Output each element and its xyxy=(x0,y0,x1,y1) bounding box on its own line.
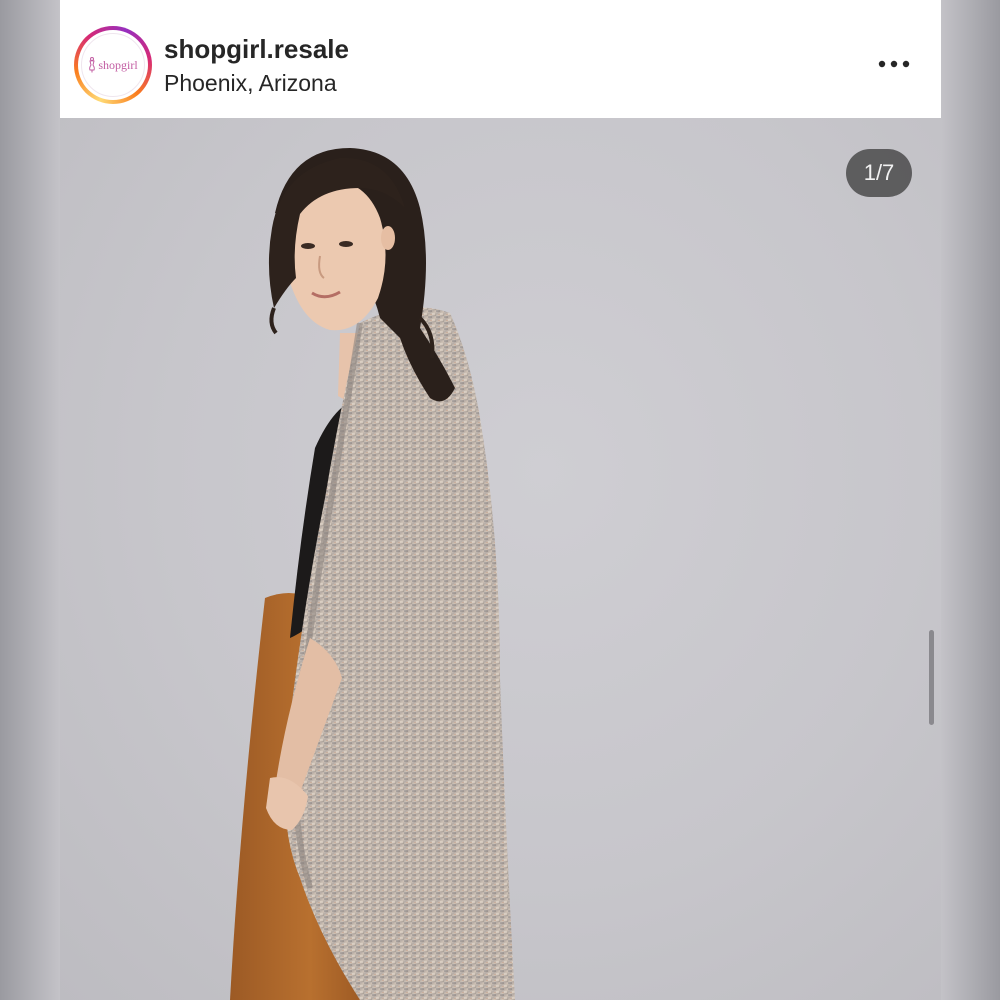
more-horizontal-icon xyxy=(878,60,910,68)
screen: shopgirl shopgirl.resale Phoenix, Arizon… xyxy=(0,0,1000,1000)
image-counter-badge: 1/7 xyxy=(846,149,912,197)
avatar[interactable]: shopgirl xyxy=(74,26,152,104)
post-location[interactable]: Phoenix, Arizona xyxy=(164,70,337,97)
post-photo[interactable]: 1/7 xyxy=(60,118,941,1000)
more-options-button[interactable] xyxy=(874,46,914,82)
avatar-logo: shopgirl xyxy=(81,33,145,97)
scrollbar[interactable] xyxy=(929,630,934,725)
dress-form-icon xyxy=(89,57,96,73)
avatar-inner: shopgirl xyxy=(78,30,148,100)
model-illustration xyxy=(230,148,515,1000)
instagram-post: shopgirl shopgirl.resale Phoenix, Arizon… xyxy=(60,0,941,1000)
avatar-logo-text: shopgirl xyxy=(98,57,138,72)
post-header: shopgirl shopgirl.resale Phoenix, Arizon… xyxy=(60,0,941,118)
post-username[interactable]: shopgirl.resale xyxy=(164,34,349,65)
